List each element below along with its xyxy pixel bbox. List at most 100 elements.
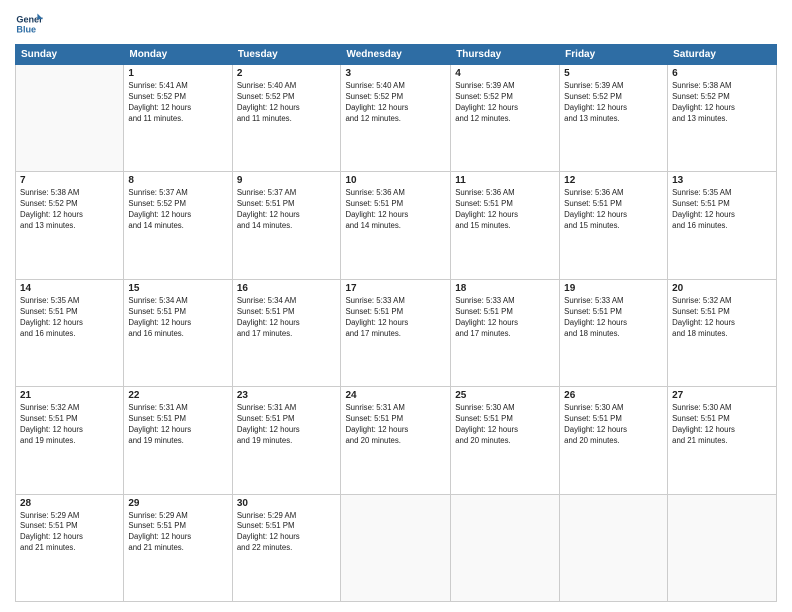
- calendar-cell: [668, 494, 777, 601]
- calendar-cell: 23 Sunrise: 5:31 AMSunset: 5:51 PMDayligh…: [232, 387, 341, 494]
- day-info: Sunrise: 5:39 AMSunset: 5:52 PMDaylight:…: [455, 81, 555, 125]
- calendar-cell: 17 Sunrise: 5:33 AMSunset: 5:51 PMDayligh…: [341, 279, 451, 386]
- day-number: 4: [455, 68, 555, 79]
- day-number: 13: [672, 175, 772, 186]
- calendar-cell: 19 Sunrise: 5:33 AMSunset: 5:51 PMDayligh…: [560, 279, 668, 386]
- calendar-cell: [560, 494, 668, 601]
- day-info: Sunrise: 5:33 AMSunset: 5:51 PMDaylight:…: [455, 296, 555, 340]
- day-number: 12: [564, 175, 663, 186]
- calendar-cell: 13 Sunrise: 5:35 AMSunset: 5:51 PMDayligh…: [668, 172, 777, 279]
- day-info: Sunrise: 5:31 AMSunset: 5:51 PMDaylight:…: [237, 403, 337, 447]
- day-number: 19: [564, 283, 663, 294]
- calendar-cell: 1Sunrise: 5:41 AMSunset: 5:52 PMDaylight…: [124, 65, 232, 172]
- calendar-cell: 16 Sunrise: 5:34 AMSunset: 5:51 PMDayligh…: [232, 279, 341, 386]
- calendar-cell: 26 Sunrise: 5:30 AMSunset: 5:51 PMDayligh…: [560, 387, 668, 494]
- day-number: 24: [345, 390, 446, 401]
- calendar-cell: [451, 494, 560, 601]
- calendar-week-row: 21 Sunrise: 5:32 AMSunset: 5:51 PMDayligh…: [16, 387, 777, 494]
- day-info: Sunrise: 5:38 AMSunset: 5:52 PMDaylight:…: [20, 188, 119, 232]
- day-info: Sunrise: 5:31 AMSunset: 5:51 PMDaylight:…: [345, 403, 446, 447]
- day-number: 18: [455, 283, 555, 294]
- day-info: Sunrise: 5:29 AMSunset: 5:51 PMDaylight:…: [128, 511, 227, 555]
- day-info: Sunrise: 5:40 AMSunset: 5:52 PMDaylight:…: [345, 81, 446, 125]
- day-number: 23: [237, 390, 337, 401]
- calendar-body: 1Sunrise: 5:41 AMSunset: 5:52 PMDaylight…: [16, 65, 777, 602]
- day-info: Sunrise: 5:39 AMSunset: 5:52 PMDaylight:…: [564, 81, 663, 125]
- day-info: Sunrise: 5:36 AMSunset: 5:51 PMDaylight:…: [455, 188, 555, 232]
- day-number: 10: [345, 175, 446, 186]
- calendar-cell: 28 Sunrise: 5:29 AMSunset: 5:51 PMDayligh…: [16, 494, 124, 601]
- day-number: 3: [345, 68, 446, 79]
- day-number: 28: [20, 498, 119, 509]
- weekday-header: Friday: [560, 45, 668, 65]
- day-info: Sunrise: 5:33 AMSunset: 5:51 PMDaylight:…: [345, 296, 446, 340]
- calendar-cell: 15 Sunrise: 5:34 AMSunset: 5:51 PMDayligh…: [124, 279, 232, 386]
- calendar-cell: 25 Sunrise: 5:30 AMSunset: 5:51 PMDayligh…: [451, 387, 560, 494]
- day-number: 16: [237, 283, 337, 294]
- calendar-cell: 10Sunrise: 5:36 AMSunset: 5:51 PMDayligh…: [341, 172, 451, 279]
- day-number: 8: [128, 175, 227, 186]
- day-number: 14: [20, 283, 119, 294]
- day-info: Sunrise: 5:35 AMSunset: 5:51 PMDaylight:…: [20, 296, 119, 340]
- calendar-table: SundayMondayTuesdayWednesdayThursdayFrid…: [15, 44, 777, 602]
- weekday-header: Saturday: [668, 45, 777, 65]
- day-info: Sunrise: 5:37 AMSunset: 5:51 PMDaylight:…: [237, 188, 337, 232]
- day-number: 30: [237, 498, 337, 509]
- day-info: Sunrise: 5:40 AMSunset: 5:52 PMDaylight:…: [237, 81, 337, 125]
- day-info: Sunrise: 5:34 AMSunset: 5:51 PMDaylight:…: [128, 296, 227, 340]
- weekday-row: SundayMondayTuesdayWednesdayThursdayFrid…: [16, 45, 777, 65]
- calendar-cell: [16, 65, 124, 172]
- calendar-cell: 6 Sunrise: 5:38 AMSunset: 5:52 PMDaylight…: [668, 65, 777, 172]
- calendar-cell: [341, 494, 451, 601]
- calendar-cell: 20Sunrise: 5:32 AMSunset: 5:51 PMDayligh…: [668, 279, 777, 386]
- day-info: Sunrise: 5:30 AMSunset: 5:51 PMDaylight:…: [672, 403, 772, 447]
- calendar-week-row: 1Sunrise: 5:41 AMSunset: 5:52 PMDaylight…: [16, 65, 777, 172]
- weekday-header: Sunday: [16, 45, 124, 65]
- calendar-header: SundayMondayTuesdayWednesdayThursdayFrid…: [16, 45, 777, 65]
- day-number: 7: [20, 175, 119, 186]
- day-number: 6: [672, 68, 772, 79]
- weekday-header: Wednesday: [341, 45, 451, 65]
- day-info: Sunrise: 5:30 AMSunset: 5:51 PMDaylight:…: [564, 403, 663, 447]
- day-info: Sunrise: 5:38 AMSunset: 5:52 PMDaylight:…: [672, 81, 772, 125]
- day-info: Sunrise: 5:35 AMSunset: 5:51 PMDaylight:…: [672, 188, 772, 232]
- weekday-header: Thursday: [451, 45, 560, 65]
- day-info: Sunrise: 5:30 AMSunset: 5:51 PMDaylight:…: [455, 403, 555, 447]
- day-number: 1: [128, 68, 227, 79]
- day-number: 2: [237, 68, 337, 79]
- day-number: 9: [237, 175, 337, 186]
- day-info: Sunrise: 5:29 AMSunset: 5:51 PMDaylight:…: [20, 511, 119, 555]
- calendar-cell: 2 Sunrise: 5:40 AMSunset: 5:52 PMDaylight…: [232, 65, 341, 172]
- calendar-cell: 11 Sunrise: 5:36 AMSunset: 5:51 PMDayligh…: [451, 172, 560, 279]
- day-number: 26: [564, 390, 663, 401]
- day-number: 17: [345, 283, 446, 294]
- day-info: Sunrise: 5:36 AMSunset: 5:51 PMDaylight:…: [564, 188, 663, 232]
- svg-text:Blue: Blue: [16, 24, 36, 34]
- day-number: 27: [672, 390, 772, 401]
- day-info: Sunrise: 5:32 AMSunset: 5:51 PMDaylight:…: [20, 403, 119, 447]
- calendar-cell: 14 Sunrise: 5:35 AMSunset: 5:51 PMDayligh…: [16, 279, 124, 386]
- day-info: Sunrise: 5:33 AMSunset: 5:51 PMDaylight:…: [564, 296, 663, 340]
- calendar-cell: 30 Sunrise: 5:29 AMSunset: 5:51 PMDayligh…: [232, 494, 341, 601]
- weekday-header: Monday: [124, 45, 232, 65]
- calendar-cell: 18 Sunrise: 5:33 AMSunset: 5:51 PMDayligh…: [451, 279, 560, 386]
- calendar-week-row: 14 Sunrise: 5:35 AMSunset: 5:51 PMDayligh…: [16, 279, 777, 386]
- calendar-cell: 12 Sunrise: 5:36 AMSunset: 5:51 PMDayligh…: [560, 172, 668, 279]
- calendar-cell: 7 Sunrise: 5:38 AMSunset: 5:52 PMDaylight…: [16, 172, 124, 279]
- logo: General Blue: [15, 10, 47, 38]
- day-number: 20: [672, 283, 772, 294]
- day-number: 25: [455, 390, 555, 401]
- day-info: Sunrise: 5:34 AMSunset: 5:51 PMDaylight:…: [237, 296, 337, 340]
- calendar-week-row: 28 Sunrise: 5:29 AMSunset: 5:51 PMDayligh…: [16, 494, 777, 601]
- day-info: Sunrise: 5:29 AMSunset: 5:51 PMDaylight:…: [237, 511, 337, 555]
- logo-icon: General Blue: [15, 10, 43, 38]
- calendar-cell: 27 Sunrise: 5:30 AMSunset: 5:51 PMDayligh…: [668, 387, 777, 494]
- day-number: 11: [455, 175, 555, 186]
- calendar-cell: 5Sunrise: 5:39 AMSunset: 5:52 PMDaylight…: [560, 65, 668, 172]
- calendar-cell: 3 Sunrise: 5:40 AMSunset: 5:52 PMDaylight…: [341, 65, 451, 172]
- weekday-header: Tuesday: [232, 45, 341, 65]
- day-number: 15: [128, 283, 227, 294]
- day-number: 21: [20, 390, 119, 401]
- page-header: General Blue: [15, 10, 777, 38]
- day-info: Sunrise: 5:37 AMSunset: 5:52 PMDaylight:…: [128, 188, 227, 232]
